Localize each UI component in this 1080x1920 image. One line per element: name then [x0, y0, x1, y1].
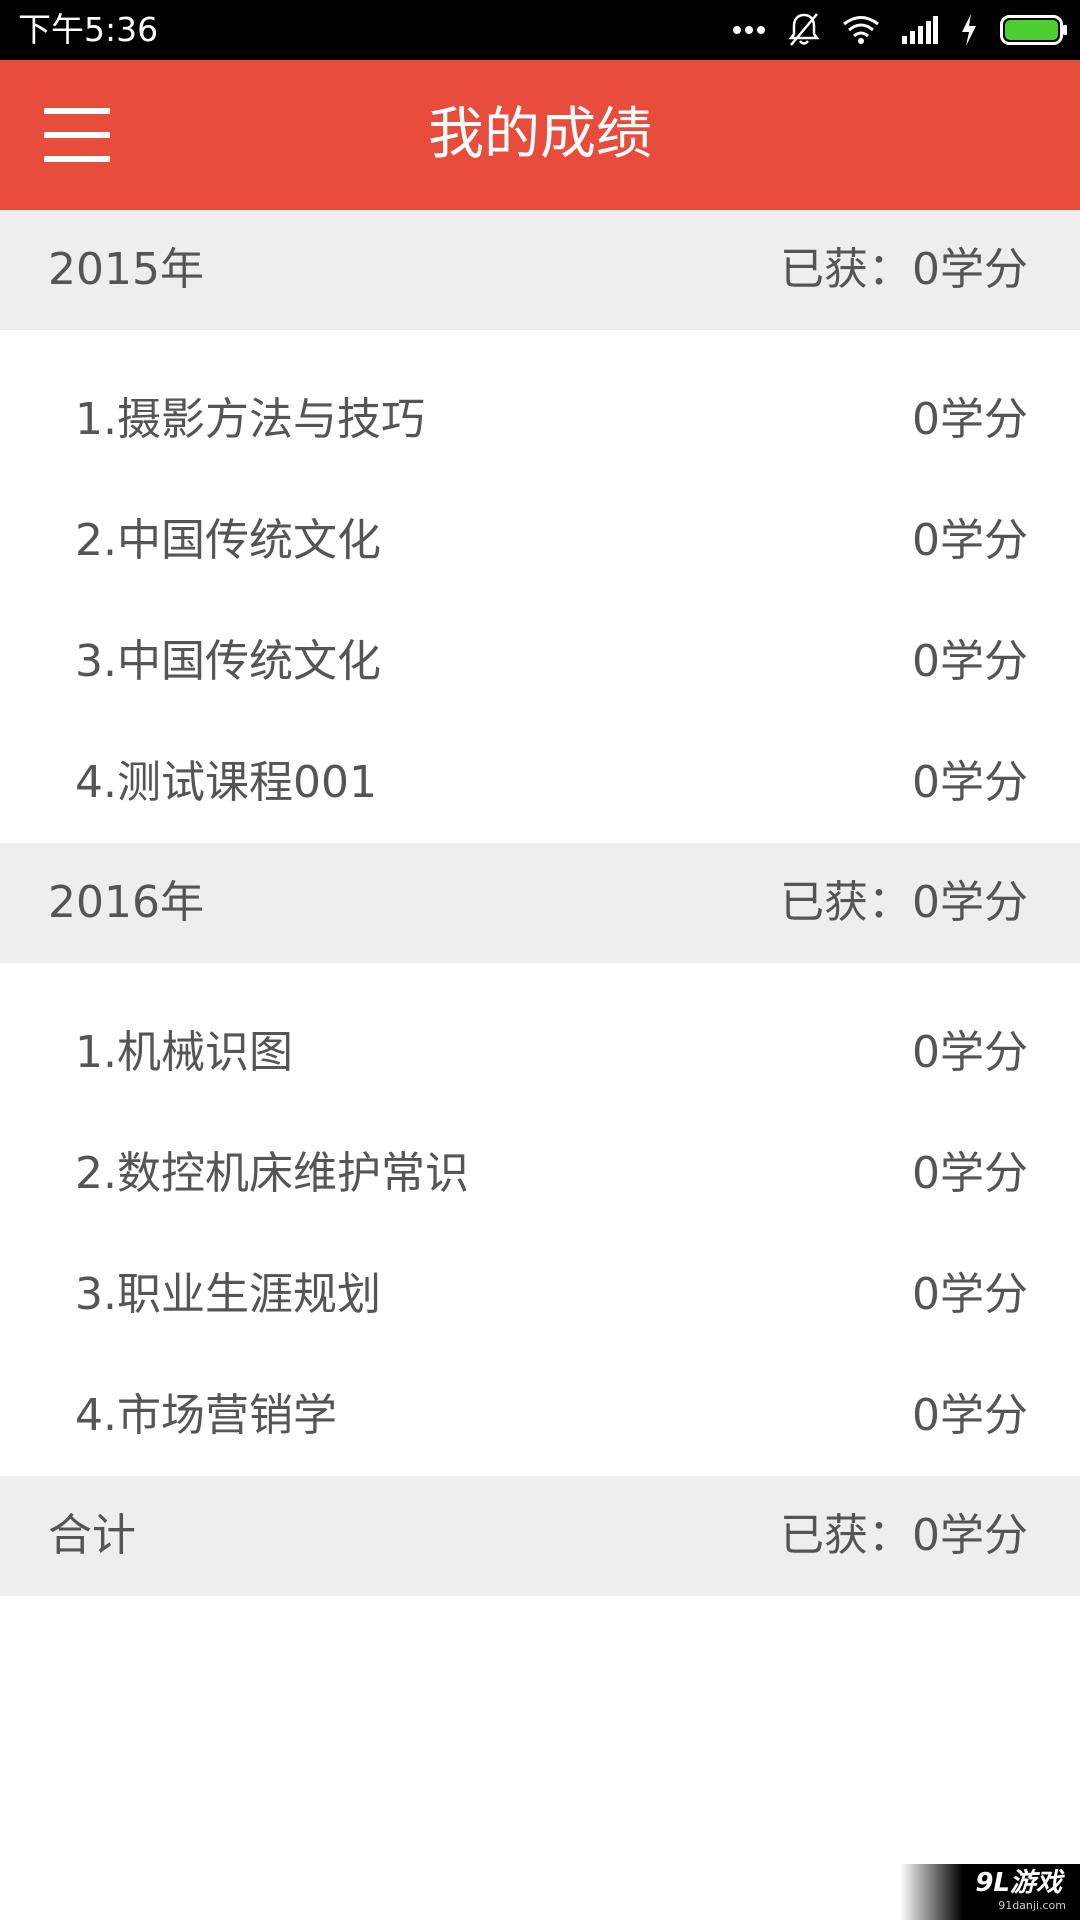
course-row[interactable]: 3.中国传统文化 0学分 — [0, 601, 1080, 722]
course-row[interactable]: 1.摄影方法与技巧 0学分 — [0, 359, 1080, 480]
course-credit: 0学分 — [912, 394, 1028, 445]
year-label: 2015年 — [48, 244, 204, 295]
course-row[interactable]: 3.职业生涯规划 0学分 — [0, 1234, 1080, 1355]
course-list-2016: 1.机械识图 0学分 2.数控机床维护常识 0学分 3.职业生涯规划 0学分 4… — [0, 963, 1080, 1476]
year-earned-credits: 已获：0学分 — [780, 877, 1028, 928]
course-name: 4.测试课程001 — [75, 757, 377, 808]
grades-list: 2015年 已获：0学分 1.摄影方法与技巧 0学分 2.中国传统文化 0学分 … — [0, 210, 1080, 1596]
course-credit: 0学分 — [912, 1148, 1028, 1199]
course-name: 2.数控机床维护常识 — [75, 1148, 469, 1199]
year-label: 2016年 — [48, 877, 204, 928]
course-list-2015: 1.摄影方法与技巧 0学分 2.中国传统文化 0学分 3.中国传统文化 0学分 … — [0, 330, 1080, 843]
course-name: 4.市场营销学 — [75, 1390, 337, 1441]
year-header-2015: 2015年 已获：0学分 — [0, 210, 1080, 330]
watermark: 9L游戏 91danji.com — [900, 1864, 1080, 1920]
watermark-site: 91danji.com — [998, 1899, 1066, 1912]
watermark-logo: 9L游戏 — [975, 1868, 1062, 1898]
total-label: 合计 — [48, 1510, 136, 1561]
status-icons — [710, 0, 1068, 60]
page-title: 我的成绩 — [428, 102, 652, 167]
battery-icon — [1000, 15, 1067, 45]
year-header-2016: 2016年 已获：0学分 — [0, 843, 1080, 963]
course-credit: 0学分 — [912, 636, 1028, 687]
course-row[interactable]: 1.机械识图 0学分 — [0, 992, 1080, 1113]
course-name: 3.职业生涯规划 — [75, 1269, 381, 1320]
more-dots-icon — [733, 26, 765, 34]
course-name: 2.中国传统文化 — [75, 515, 381, 566]
course-credit: 0学分 — [912, 1390, 1028, 1441]
course-name: 1.机械识图 — [75, 1027, 293, 1078]
year-earned-credits: 已获：0学分 — [780, 244, 1028, 295]
wifi-icon — [843, 16, 879, 44]
charging-bolt-icon — [962, 14, 976, 46]
bell-off-icon — [788, 13, 820, 46]
course-credit: 0学分 — [912, 1027, 1028, 1078]
status-bar: 下午5:36 — [0, 0, 1080, 60]
total-row: 合计 已获：0学分 — [0, 1476, 1080, 1596]
course-row[interactable]: 2.数控机床维护常识 0学分 — [0, 1113, 1080, 1234]
course-credit: 0学分 — [912, 757, 1028, 808]
course-row[interactable]: 4.测试课程001 0学分 — [0, 722, 1080, 843]
course-credit: 0学分 — [912, 1269, 1028, 1320]
course-row[interactable]: 4.市场营销学 0学分 — [0, 1355, 1080, 1476]
app-bar: 我的成绩 — [0, 60, 1080, 210]
course-row[interactable]: 2.中国传统文化 0学分 — [0, 480, 1080, 601]
course-name: 1.摄影方法与技巧 — [75, 394, 425, 445]
course-credit: 0学分 — [912, 515, 1028, 566]
total-earned-credits: 已获：0学分 — [780, 1510, 1028, 1561]
signal-icon — [902, 16, 938, 44]
course-name: 3.中国传统文化 — [75, 636, 381, 687]
status-time: 下午5:36 — [18, 10, 159, 49]
